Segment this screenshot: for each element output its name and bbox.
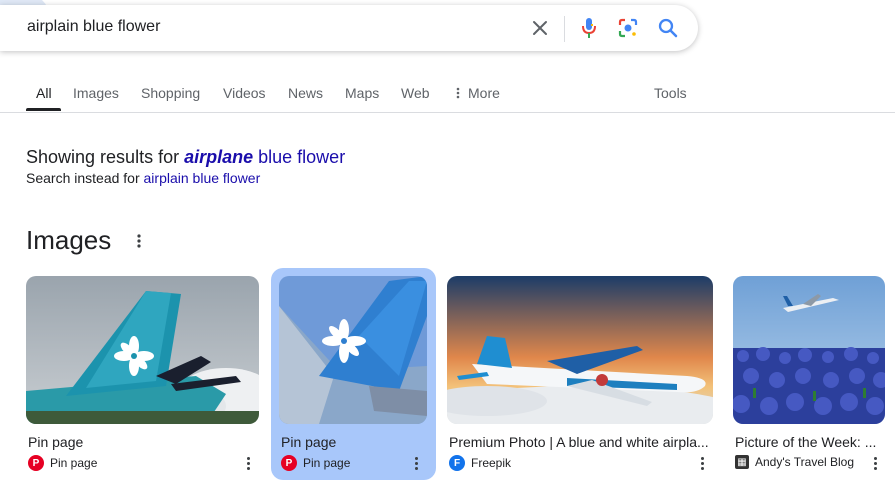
andys-travel-blog-icon: ▦ (735, 455, 749, 469)
image-title[interactable]: Pin page (28, 434, 253, 450)
instead-prefix: Search instead for (26, 170, 140, 186)
image-thumbnail[interactable] (279, 276, 427, 424)
image-source[interactable]: ▦ Andy's Travel Blog (735, 455, 854, 469)
corrected-rest: blue flower (258, 147, 346, 167)
freepik-icon: F (449, 455, 465, 471)
images-more-icon[interactable] (131, 232, 147, 250)
tab-news[interactable]: News (288, 84, 323, 114)
more-vert-icon (456, 85, 462, 103)
clear-icon[interactable] (528, 16, 552, 40)
corrected-query-link[interactable]: airplane blue flower (184, 147, 345, 167)
tab-more-label: More (468, 85, 500, 101)
source-name: Pin page (50, 456, 98, 470)
image-source[interactable]: P Pin page (281, 455, 350, 471)
tabs-divider (0, 112, 895, 113)
tab-web[interactable]: Web (401, 84, 430, 114)
more-options-icon[interactable] (246, 457, 252, 471)
image-title[interactable]: Pin page (281, 434, 421, 450)
image-thumbnail[interactable] (447, 276, 713, 424)
search-input[interactable]: airplain blue flower (27, 18, 160, 36)
original-query-link[interactable]: airplain blue flower (144, 170, 261, 186)
active-tab-indicator (26, 108, 61, 111)
showing-results-for: Showing results for airplane blue flower (26, 147, 345, 168)
source-name: Freepik (471, 456, 512, 470)
tab-maps[interactable]: Maps (345, 84, 379, 114)
search-bar[interactable]: airplain blue flower (0, 5, 698, 51)
image-source[interactable]: P Pin page (28, 455, 97, 471)
source-name: Andy's Travel Blog (755, 455, 855, 469)
tab-videos[interactable]: Videos (223, 84, 266, 114)
search-instead-for: Search instead for airplain blue flower (26, 170, 260, 186)
more-options-icon[interactable] (873, 457, 879, 471)
corrected-word: airplane (184, 147, 254, 167)
images-heading: Images (26, 225, 112, 255)
tab-more[interactable]: More (456, 84, 500, 114)
tools-button[interactable]: Tools (654, 84, 687, 114)
source-name: Pin page (303, 456, 351, 470)
image-source[interactable]: F Freepik (449, 455, 511, 471)
more-options-icon[interactable] (700, 457, 706, 471)
tab-images[interactable]: Images (73, 84, 119, 114)
search-icon[interactable] (656, 16, 680, 40)
image-title[interactable]: Picture of the Week: ... (735, 434, 887, 450)
search-divider (564, 16, 565, 42)
image-title[interactable]: Premium Photo | A blue and white airpla.… (449, 434, 711, 450)
microphone-icon[interactable] (577, 16, 601, 40)
tab-shopping[interactable]: Shopping (141, 84, 200, 114)
showing-prefix: Showing results for (26, 147, 180, 167)
lens-icon[interactable] (616, 16, 640, 40)
image-thumbnail[interactable] (733, 276, 885, 424)
pinterest-icon: P (28, 455, 44, 471)
more-options-icon[interactable] (414, 457, 420, 471)
pinterest-icon: P (281, 455, 297, 471)
image-thumbnail[interactable] (26, 276, 259, 424)
